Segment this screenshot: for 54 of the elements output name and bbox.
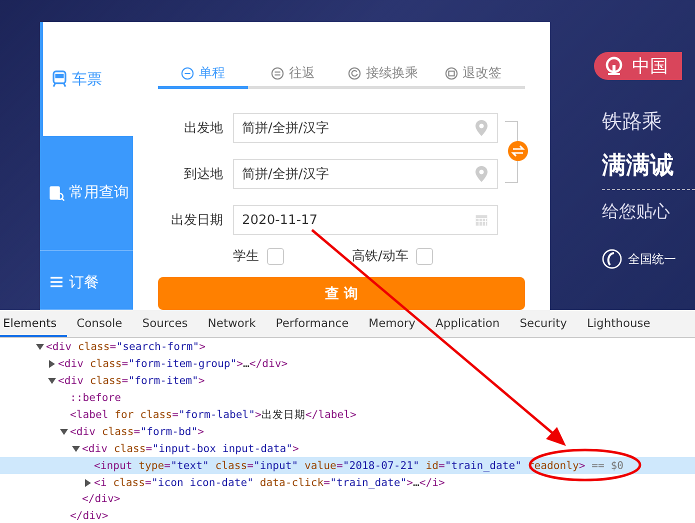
code-line[interactable]: ::before	[70, 392, 122, 404]
tab[interactable]: 往返	[248, 60, 338, 89]
devtools-tab[interactable]: Sources	[132, 310, 198, 337]
devtools-tab[interactable]: Network	[198, 310, 266, 337]
tab[interactable]: 接续换乘	[338, 60, 428, 89]
checkbox-label: 高铁/动车	[352, 248, 408, 265]
slogan-text: 给您贴心	[602, 201, 671, 223]
devtools-tab[interactable]: Console	[66, 310, 132, 337]
checkbox[interactable]	[416, 248, 434, 264]
location-pin-icon	[475, 166, 488, 182]
field-label: 出发地	[183, 120, 223, 137]
railway-logo-icon	[604, 56, 624, 76]
equals-circle-icon	[271, 66, 284, 80]
devtools-tab[interactable]: Elements	[0, 310, 67, 337]
collapsed-triangle-icon[interactable]	[84, 478, 92, 487]
code-line[interactable]: <div class="form-item-group">…</div>	[58, 358, 288, 370]
devtools-tab[interactable]: Memory	[358, 310, 426, 337]
code-line[interactable]: <div class="form-item">	[58, 375, 205, 388]
expanded-triangle-icon[interactable]	[60, 428, 68, 436]
checkbox-label: 学生	[233, 248, 259, 265]
devtools-tab[interactable]: Lighthouse	[576, 310, 660, 337]
calendar-icon	[475, 212, 488, 228]
input-field[interactable]: 简拼/全拼/汉字	[233, 159, 498, 189]
expanded-triangle-icon[interactable]	[36, 343, 44, 352]
slogan-text: 满满诚	[602, 150, 675, 181]
collapsed-triangle-icon[interactable]	[48, 360, 56, 368]
clipboard-search-icon	[48, 184, 65, 202]
code-line[interactable]: <div class="form-bd">	[70, 426, 204, 438]
expanded-triangle-icon[interactable]	[48, 377, 56, 386]
devtools-tab[interactable]: Application	[425, 310, 510, 337]
tab[interactable]: 退改签	[428, 60, 518, 89]
train-icon	[51, 70, 68, 88]
expanded-triangle-icon[interactable]	[72, 444, 80, 453]
devtools-tab[interactable]: Performance	[266, 310, 359, 337]
phone-icon	[602, 249, 622, 269]
swap-arrows-icon[interactable]	[508, 141, 528, 161]
logo-text: 中国	[632, 55, 668, 78]
minus-circle-icon	[181, 66, 194, 80]
devtools-tab[interactable]: Security	[510, 310, 577, 337]
ticket-circle-icon	[444, 66, 458, 80]
field-label: 出发日期	[170, 212, 223, 229]
field-label: 到达地	[183, 166, 223, 183]
code-line[interactable]: </div>	[82, 493, 120, 506]
checkbox[interactable]	[267, 248, 284, 264]
code-line[interactable]: <i class="icon icon-date" data-click="train_date">…</i>	[94, 476, 445, 489]
slogan-text: 铁路乘	[602, 108, 663, 135]
input-field[interactable]: 简拼/全拼/汉字	[233, 113, 498, 143]
code-line[interactable]: <div class="input-box input-data">	[82, 442, 299, 455]
code-line[interactable]: <div class="search-form">	[46, 341, 206, 354]
location-pin-icon	[475, 120, 488, 136]
input-field[interactable]: 2020-11-17	[233, 205, 498, 235]
code-line[interactable]: <label for class="form-label">出发日期</label>	[70, 408, 356, 422]
code-line[interactable]: </div>	[70, 510, 108, 522]
hotline-text: 全国统一	[628, 250, 676, 268]
